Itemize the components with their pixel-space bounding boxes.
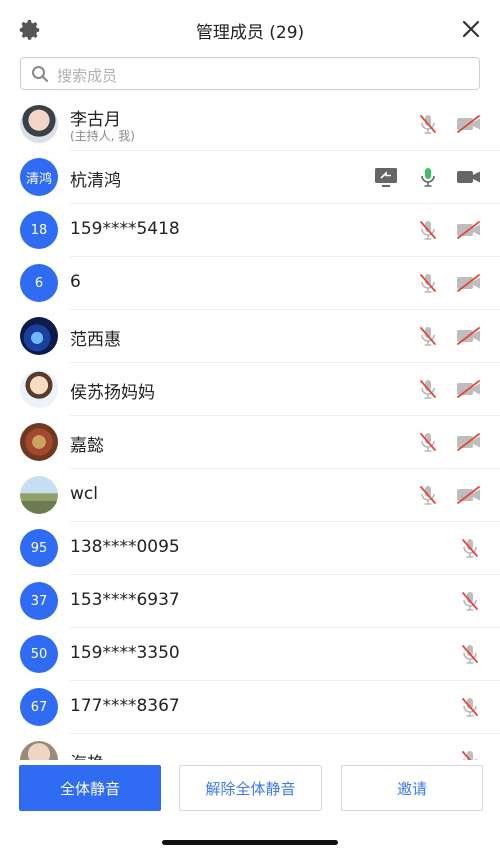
unmute-all-button[interactable]: 解除全体静音 xyxy=(179,765,322,811)
member-name: 159****3350 xyxy=(70,643,180,663)
list-item[interactable]: 范西惠 xyxy=(0,310,500,363)
list-item[interactable]: 18 159****5418 xyxy=(0,204,500,257)
avatar: 67 xyxy=(20,688,58,726)
mic-muted-icon[interactable] xyxy=(416,430,440,454)
avatar: 95 xyxy=(20,529,58,567)
member-name: 6 xyxy=(70,272,81,292)
member-list[interactable]: 李古月 (主持人, 我) 清鸿 杭清鸿 18 159****5418 6 6 范西惠 侯苏扬妈妈嘉… xyxy=(0,98,500,760)
close-icon[interactable] xyxy=(460,18,482,40)
mic-muted-icon[interactable] xyxy=(416,483,440,507)
camera-off-icon[interactable] xyxy=(455,218,483,242)
avatar xyxy=(20,423,58,461)
camera-off-icon[interactable] xyxy=(455,483,483,507)
member-name: 侯苏扬妈妈 xyxy=(70,383,155,403)
bottom-action-bar: 全体静音 解除全体静音 邀请 xyxy=(0,761,500,821)
member-name: 177****8367 xyxy=(70,696,180,716)
search-icon xyxy=(32,66,48,82)
member-name: 嘉懿 xyxy=(70,436,104,456)
member-name: wcl xyxy=(70,484,98,504)
member-name: 范西惠 xyxy=(70,330,121,350)
mic-muted-icon[interactable] xyxy=(458,536,482,560)
mic-on-icon[interactable] xyxy=(416,165,440,189)
camera-off-icon[interactable] xyxy=(455,324,483,348)
mic-muted-icon[interactable] xyxy=(416,218,440,242)
avatar: 18 xyxy=(20,211,58,249)
mic-muted-icon[interactable] xyxy=(458,695,482,719)
home-indicator xyxy=(162,840,338,845)
member-role: (主持人, 我) xyxy=(70,129,135,143)
list-item[interactable]: 侯苏扬妈妈 xyxy=(0,363,500,416)
mic-muted-icon[interactable] xyxy=(458,748,482,760)
camera-off-icon[interactable] xyxy=(455,271,483,295)
avatar: 6 xyxy=(20,264,58,302)
member-name: 159****5418 xyxy=(70,219,180,239)
camera-off-icon[interactable] xyxy=(455,112,483,136)
list-item[interactable]: wcl xyxy=(0,469,500,522)
avatar xyxy=(20,476,58,514)
search-placeholder: 搜索成员 xyxy=(57,67,118,85)
mute-all-button[interactable]: 全体静音 xyxy=(19,765,161,811)
camera-off-icon[interactable] xyxy=(455,377,483,401)
avatar: 50 xyxy=(20,635,58,673)
member-name: 海艳 xyxy=(70,749,104,760)
list-item[interactable]: 37 153****6937 xyxy=(0,575,500,628)
list-item[interactable]: 95 138****0095 xyxy=(0,522,500,575)
list-item[interactable]: 50 159****3350 xyxy=(0,628,500,681)
mic-muted-icon[interactable] xyxy=(416,271,440,295)
screen-share-icon[interactable] xyxy=(373,165,399,189)
avatar: 37 xyxy=(20,582,58,620)
camera-on-icon[interactable] xyxy=(455,165,483,189)
list-item[interactable]: 海艳 xyxy=(0,734,500,760)
mic-muted-icon[interactable] xyxy=(416,377,440,401)
mic-muted-icon[interactable] xyxy=(458,642,482,666)
search-input[interactable]: 搜索成员 xyxy=(20,57,480,90)
avatar xyxy=(20,317,58,355)
mic-muted-icon[interactable] xyxy=(416,112,440,136)
list-item[interactable]: 66 xyxy=(0,257,500,310)
avatar: 清鸿 xyxy=(20,158,58,196)
avatar xyxy=(20,105,58,143)
invite-button[interactable]: 邀请 xyxy=(341,765,483,811)
mic-muted-icon[interactable] xyxy=(458,589,482,613)
list-item[interactable]: 嘉懿 xyxy=(0,416,500,469)
header: 管理成员 (29) xyxy=(0,0,500,56)
member-name: 153****6937 xyxy=(70,590,180,610)
avatar xyxy=(20,741,58,760)
avatar xyxy=(20,370,58,408)
mic-muted-icon[interactable] xyxy=(416,324,440,348)
camera-off-icon[interactable] xyxy=(455,430,483,454)
list-item[interactable]: 清鸿 杭清鸿 xyxy=(0,151,500,204)
page-title: 管理成员 (29) xyxy=(195,23,305,43)
member-name: 138****0095 xyxy=(70,537,180,557)
list-item[interactable]: 李古月 (主持人, 我) xyxy=(0,98,500,151)
member-name: 杭清鸿 xyxy=(70,171,121,191)
list-item[interactable]: 67 177****8367 xyxy=(0,681,500,734)
